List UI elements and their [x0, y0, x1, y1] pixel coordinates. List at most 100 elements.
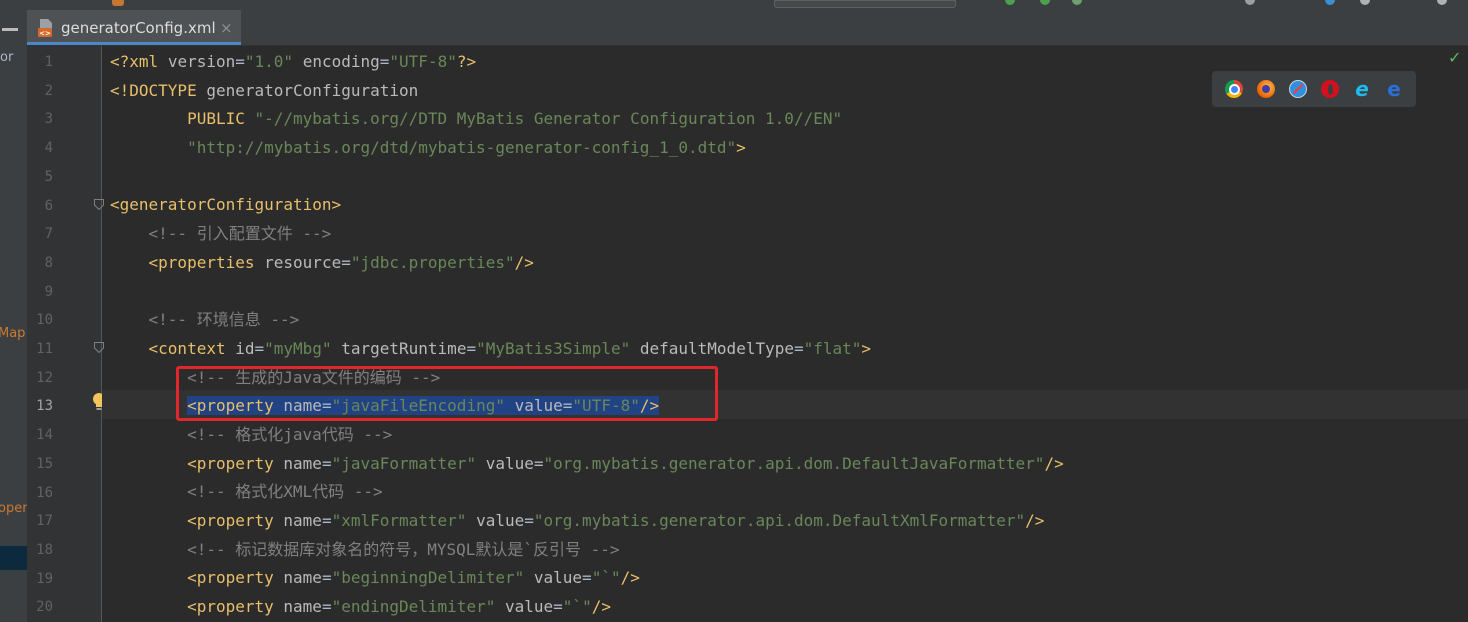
- doctype-close: >: [736, 138, 746, 157]
- svg-text:<>: <>: [39, 30, 51, 38]
- annotation-highlight-box: [176, 366, 718, 421]
- tag-close: />: [620, 568, 640, 587]
- attr-name: encoding: [302, 52, 380, 71]
- attr-name: value: [533, 568, 583, 587]
- public-keyword: PUBLIC: [187, 109, 245, 128]
- attr-value: "myMbg": [264, 339, 332, 358]
- line-number[interactable]: 20: [27, 593, 53, 622]
- internet-explorer-icon[interactable]: e: [1353, 77, 1371, 101]
- help-icon[interactable]: [1437, 0, 1447, 5]
- xml-comment: <!-- 格式化XML代码 -->: [187, 482, 383, 501]
- attr-name: name: [283, 511, 322, 530]
- project-tree-item[interactable]: or: [0, 50, 13, 65]
- line-number[interactable]: 6: [27, 192, 53, 221]
- code-line-14[interactable]: <!-- 格式化java代码 -->: [110, 421, 392, 450]
- code-line-10[interactable]: <!-- 环境信息 -->: [110, 306, 300, 335]
- doctype-keyword: <!DOCTYPE: [110, 81, 197, 100]
- line-number[interactable]: 9: [27, 278, 53, 307]
- attr-value: "beginningDelimiter": [331, 568, 525, 587]
- code-editor[interactable]: <?xml version="1.0" encoding="UTF-8"?> <…: [102, 46, 1468, 622]
- project-tool-window[interactable]: or Map oper: [0, 10, 28, 622]
- open-in-browser-popup: e e: [1212, 71, 1416, 107]
- line-number[interactable]: 15: [27, 450, 53, 479]
- line-number[interactable]: 10: [27, 306, 53, 335]
- line-number-gutter[interactable]: 1 2 3 4 5 6 7 8 9 10 11 12 13 14 15 16 17 18 19 20: [27, 46, 104, 622]
- attr-name: id: [235, 339, 255, 358]
- code-line-17[interactable]: <property name="xmlFormatter" value="org…: [110, 507, 1044, 536]
- line-number[interactable]: 14: [27, 421, 53, 450]
- code-line-2[interactable]: <!DOCTYPE generatorConfiguration: [110, 77, 418, 106]
- run-config-combo[interactable]: [774, 0, 956, 8]
- attr-value: "org.mybatis.generator.api.dom.DefaultXm…: [533, 511, 1026, 530]
- line-number[interactable]: 17: [27, 507, 53, 536]
- xml-comment: <!-- 环境信息 -->: [148, 310, 300, 329]
- attr-name: name: [283, 454, 322, 473]
- safari-icon[interactable]: [1289, 80, 1307, 98]
- code-line-15[interactable]: <property name="javaFormatter" value="or…: [110, 450, 1064, 479]
- line-number[interactable]: 3: [27, 105, 53, 134]
- xml-decl-close: ?>: [456, 52, 477, 71]
- xml-comment: <!-- 引入配置文件 -->: [148, 224, 332, 243]
- run-icon[interactable]: [1005, 0, 1015, 5]
- tag-open: <property: [187, 568, 274, 587]
- code-line-19[interactable]: <property name="beginningDelimiter" valu…: [110, 564, 640, 593]
- attr-value: "jdbc.properties": [350, 253, 515, 272]
- xml-file-icon: <>: [38, 19, 52, 38]
- line-number[interactable]: 2: [27, 77, 53, 106]
- line-number[interactable]: 8: [27, 249, 53, 278]
- line-number[interactable]: 5: [27, 163, 53, 192]
- attr-name: name: [283, 568, 322, 587]
- code-line-3[interactable]: PUBLIC "-//mybatis.org//DTD MyBatis Gene…: [110, 105, 842, 134]
- project-structure-icon[interactable]: [1325, 0, 1335, 5]
- xml-decl-open: <?: [110, 52, 130, 71]
- line-number[interactable]: 1: [27, 48, 53, 77]
- line-number[interactable]: 13: [27, 392, 53, 421]
- project-tree-item[interactable]: Map: [0, 326, 25, 341]
- inspection-ok-icon[interactable]: ✓: [1448, 48, 1461, 67]
- code-line-18[interactable]: <!-- 标记数据库对象名的符号，MYSQL默认是`反引号 -->: [110, 536, 620, 565]
- attr-value: "`": [562, 597, 592, 616]
- edge-icon[interactable]: e: [1385, 77, 1403, 101]
- project-tree-item[interactable]: oper: [0, 501, 27, 516]
- search-everywhere-icon[interactable]: [1245, 0, 1255, 5]
- code-line-11[interactable]: <context id="myMbg" targetRuntime="MyBat…: [110, 335, 872, 364]
- line-number[interactable]: 16: [27, 479, 53, 508]
- nav-file-icon: [112, 0, 124, 6]
- debug-icon[interactable]: [1040, 0, 1050, 5]
- attr-value: "MyBatis3Simple": [476, 339, 631, 358]
- chrome-icon[interactable]: [1225, 80, 1243, 98]
- coverage-icon[interactable]: [1072, 0, 1082, 5]
- attr-value: "flat": [803, 339, 862, 358]
- tag-open: <context: [148, 339, 226, 358]
- attr-value: "org.mybatis.generator.api.dom.DefaultJa…: [543, 454, 1045, 473]
- code-line-6[interactable]: <generatorConfiguration>: [110, 191, 341, 220]
- line-number[interactable]: 11: [27, 335, 53, 364]
- code-line-16[interactable]: <!-- 格式化XML代码 -->: [110, 478, 383, 507]
- code-line-8[interactable]: <properties resource="jdbc.properties"/>: [110, 249, 534, 278]
- opera-icon[interactable]: [1321, 80, 1339, 98]
- root-open-tag: <generatorConfiguration>: [110, 195, 342, 214]
- line-number[interactable]: 18: [27, 536, 53, 565]
- code-line-20[interactable]: <property name="endingDelimiter" value="…: [110, 593, 611, 622]
- tag-close: />: [1025, 511, 1045, 530]
- code-line-1[interactable]: <?xml version="1.0" encoding="UTF-8"?>: [110, 48, 476, 77]
- code-line-4[interactable]: "http://mybatis.org/dtd/mybatis-generato…: [110, 134, 746, 163]
- close-tab-icon[interactable]: ×: [220, 19, 233, 37]
- attr-value: "UTF-8": [389, 52, 457, 71]
- line-number[interactable]: 19: [27, 565, 53, 594]
- line-number[interactable]: 4: [27, 134, 53, 163]
- firefox-icon[interactable]: [1257, 80, 1275, 98]
- code-line-7[interactable]: <!-- 引入配置文件 -->: [110, 220, 332, 249]
- attr-name: version: [167, 52, 236, 71]
- collapse-icon[interactable]: [2, 28, 18, 31]
- attr-name: name: [283, 597, 322, 616]
- line-number[interactable]: 12: [27, 364, 53, 393]
- xml-decl-tag: xml: [129, 52, 159, 71]
- tab-generatorconfig-xml[interactable]: <> generatorConfig.xml ×: [27, 10, 241, 45]
- settings-icon[interactable]: [1360, 0, 1370, 5]
- system-id-string: "http://mybatis.org/dtd/mybatis-generato…: [187, 138, 737, 157]
- line-number[interactable]: 7: [27, 220, 53, 249]
- tag-close: />: [591, 597, 611, 616]
- tag-open: <property: [187, 511, 274, 530]
- project-tree-selected-row[interactable]: [0, 546, 27, 570]
